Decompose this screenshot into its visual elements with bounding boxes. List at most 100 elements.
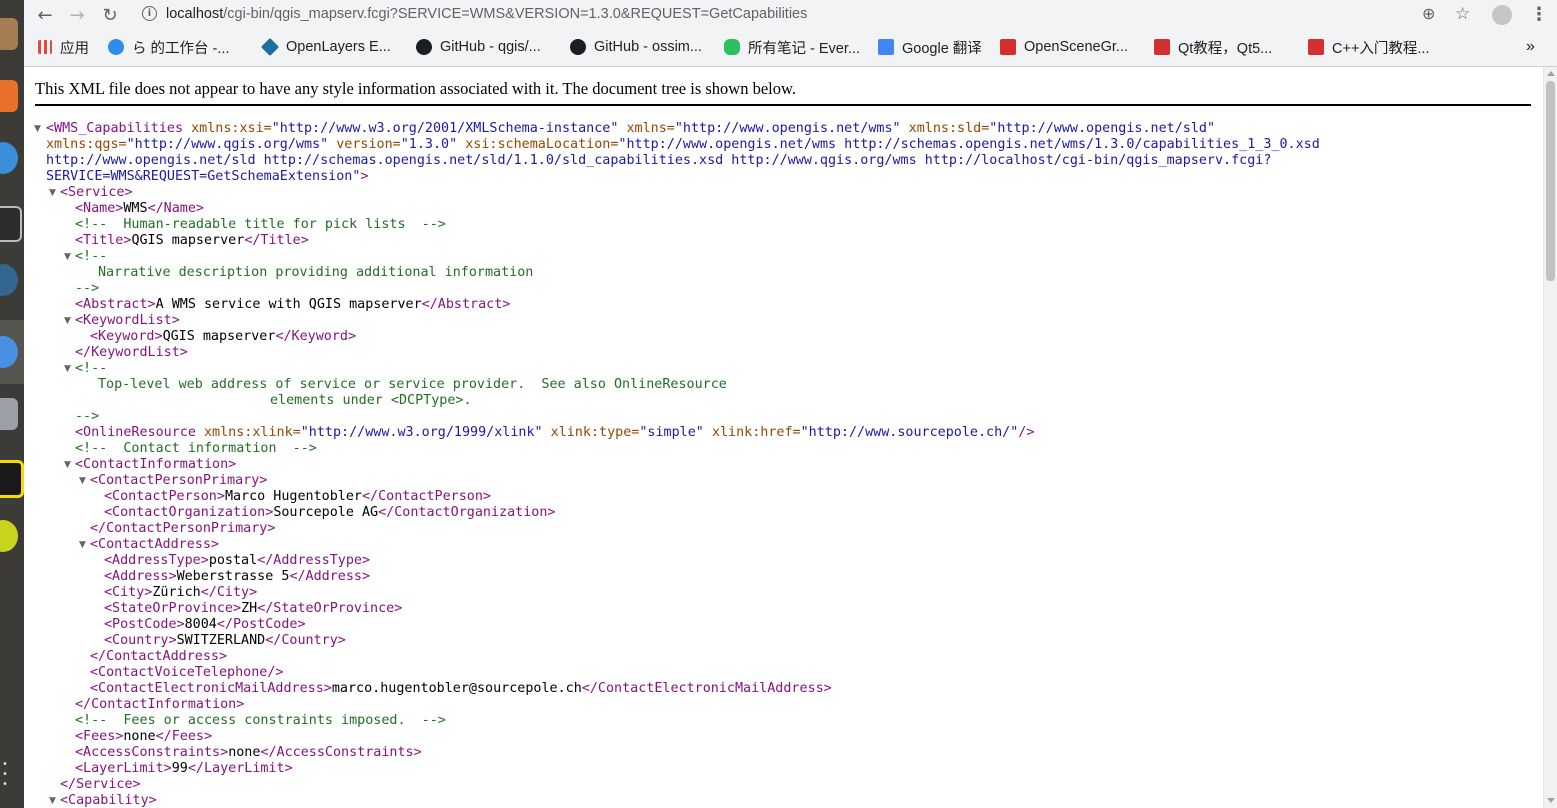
- collapse-toggle[interactable]: ▼: [64, 249, 74, 265]
- xml-comment: <!-- Human-readable title for pick lists…: [75, 217, 446, 232]
- xml-tag: </ContactOrganization>: [378, 505, 556, 520]
- xml-line-capability: <Capability>: [60, 793, 157, 808]
- xml-line-root-attrs: SERVICE=WMS&REQUEST=GetSchemaExtension">: [46, 169, 368, 185]
- forward-button[interactable]: →: [66, 4, 88, 26]
- xml-tag: <OnlineResource: [75, 425, 196, 440]
- xml-line-root-attrs: http://www.opengis.net/sld http://schema…: [46, 153, 1271, 169]
- xml-text: A WMS service with QGIS mapserver: [155, 297, 422, 312]
- xml-tag: <AddressType>: [104, 553, 209, 568]
- xml-tag: </Keyword>: [275, 329, 357, 344]
- bookmark-openlayers[interactable]: OpenLayers E...: [260, 37, 391, 57]
- xml-tag: <Keyword>: [90, 329, 163, 344]
- evernote-icon: [724, 39, 740, 55]
- xml-attr-value: "http://www.sourcepole.ch/": [800, 425, 1019, 440]
- xml-line-contactorganization: <ContactOrganization>Sourcepole AG</Cont…: [104, 505, 556, 521]
- bookmark-google-translate[interactable]: Google 翻译: [878, 37, 982, 57]
- github-icon: [416, 39, 432, 55]
- url-text[interactable]: localhost/cgi-bin/qgis_mapserv.fcgi?SERV…: [166, 6, 807, 22]
- bookmark-label: Qt教程，Qt5...: [1178, 40, 1273, 57]
- bookmark-cpp-tutorial[interactable]: C++入门教程...: [1308, 37, 1430, 57]
- xml-line-onlineresource: <OnlineResource xmlns:xlink="http://www.…: [75, 425, 1034, 441]
- collapse-toggle[interactable]: ▼: [34, 121, 44, 137]
- bookmark-apps[interactable]: 应用: [38, 37, 89, 57]
- dock-terminal-icon[interactable]: [0, 206, 22, 242]
- xml-text: 99: [171, 761, 188, 776]
- xml-attr-name: xsi:schemaLocation=: [465, 137, 619, 152]
- dock-pgadmin-icon[interactable]: [0, 264, 18, 296]
- collapse-toggle[interactable]: ▼: [64, 313, 74, 329]
- xml-attr-value: "simple": [639, 425, 704, 440]
- dock-files-icon[interactable]: [0, 18, 18, 50]
- show-applications-icon[interactable]: • • •: [0, 760, 10, 790]
- xml-text: QGIS mapserver: [131, 233, 245, 248]
- bookmark-evernote[interactable]: 所有笔记 - Ever...: [724, 37, 860, 57]
- bookmark-openscenegraph[interactable]: OpenSceneGr...: [1000, 37, 1128, 57]
- bookmark-qt-tutorial[interactable]: Qt教程，Qt5...: [1154, 37, 1272, 57]
- xml-line-addresstype: <AddressType>postal</AddressType>: [104, 553, 370, 569]
- collapse-toggle[interactable]: ▼: [64, 457, 74, 473]
- collapse-toggle[interactable]: ▼: [49, 793, 59, 808]
- collapse-toggle[interactable]: ▼: [64, 361, 74, 377]
- scroll-thumb[interactable]: [1546, 81, 1555, 281]
- xml-tag: </Name>: [147, 201, 204, 216]
- dock-disk-icon[interactable]: [0, 398, 18, 430]
- xml-line-country: <Country>SWITZERLAND</Country>: [104, 633, 346, 649]
- xml-line-contactpersonprimary-close: </ContactPersonPrimary>: [90, 521, 275, 537]
- xml-line-root: <WMS_Capabilities xmlns:xsi="http://www.…: [46, 121, 1215, 137]
- xml-style-notice: This XML file does not appear to have an…: [35, 79, 796, 98]
- xml-line-root-attrs: xmlns:qgs="http://www.qgis.org/wms" vers…: [46, 137, 1320, 153]
- ubuntu-dock: • • •: [0, 0, 24, 808]
- collapse-toggle[interactable]: ▼: [79, 537, 89, 553]
- xml-tag: <ContactPerson>: [104, 489, 225, 504]
- xml-line-accessconstraints: <AccessConstraints>none</AccessConstrain…: [75, 745, 422, 761]
- xml-tag: <ContactAddress>: [90, 537, 219, 552]
- xml-tag: <Country>: [104, 633, 177, 648]
- more-bookmarks-icon[interactable]: »: [1526, 37, 1535, 57]
- site-info-icon[interactable]: i: [142, 6, 157, 21]
- address-bar[interactable]: i localhost/cgi-bin/qgis_mapserv.fcgi?SE…: [136, 3, 1526, 27]
- bookmark-label: OpenLayers E...: [286, 39, 391, 55]
- scroll-up-arrow-icon[interactable]: [1547, 71, 1555, 76]
- bookmark-label: ら 的工作台 -...: [132, 40, 230, 57]
- xml-tag: </StateOrProvince>: [257, 601, 403, 616]
- browser-menu-icon[interactable]: ⋮: [1530, 4, 1548, 25]
- xml-tag: <Title>: [75, 233, 132, 248]
- profile-avatar[interactable]: [1492, 5, 1512, 25]
- dock-app-blue-icon[interactable]: [0, 142, 18, 174]
- bookmark-workbench[interactable]: ら 的工作台 -...: [108, 37, 229, 57]
- bookmark-label: OpenSceneGr...: [1024, 39, 1128, 55]
- reload-button[interactable]: ↻: [99, 4, 121, 26]
- cloud-icon: [108, 39, 124, 55]
- bookmark-star-icon[interactable]: ☆: [1455, 4, 1470, 24]
- xml-tag: </City>: [200, 585, 258, 600]
- dock-app-orange-icon[interactable]: [0, 80, 18, 112]
- xml-attr-value: "http://www.opengis.net/wms": [674, 121, 901, 136]
- xml-attr-value: "http://www.w3.org/1999/xlink": [300, 425, 543, 440]
- xml-tag: <Fees>: [75, 729, 124, 744]
- dock-app-yellow-icon[interactable]: [0, 460, 24, 498]
- csdn-icon: [1154, 39, 1170, 55]
- bookmark-label: Google 翻译: [902, 40, 982, 57]
- xml-attr-name: version=: [336, 137, 401, 152]
- xml-line-abstract: <Abstract>A WMS service with QGIS mapser…: [75, 297, 510, 313]
- scroll-down-arrow-icon[interactable]: [1547, 798, 1555, 803]
- browser-toolbar: ← → ↻ i localhost/cgi-bin/qgis_mapserv.f…: [24, 0, 1557, 67]
- xml-text: postal: [208, 553, 258, 568]
- xml-attr-value: http://www.opengis.net/sld http://schema…: [46, 153, 1272, 168]
- bookmark-github-ossim[interactable]: GitHub - ossim...: [570, 37, 702, 57]
- xml-text: 8004: [184, 617, 217, 632]
- dock-app-green-icon[interactable]: [0, 520, 18, 552]
- bookmark-label: 应用: [60, 40, 89, 57]
- bookmark-github-qgis[interactable]: GitHub - qgis/...: [416, 37, 541, 57]
- zoom-icon[interactable]: ⊕: [1422, 4, 1435, 23]
- collapse-toggle[interactable]: ▼: [49, 185, 59, 201]
- xml-tag: </ContactPersonPrimary>: [90, 521, 276, 536]
- xml-text: Zürich: [152, 585, 201, 600]
- xml-line-voicetelephone: <ContactVoiceTelephone/>: [90, 665, 283, 681]
- xml-text: Sourcepole AG: [273, 505, 379, 520]
- collapse-toggle[interactable]: ▼: [79, 473, 89, 489]
- vertical-scrollbar[interactable]: [1543, 67, 1557, 808]
- back-button[interactable]: ←: [34, 4, 56, 26]
- xml-tag: <WMS_Capabilities: [46, 121, 184, 136]
- xml-line-contactpersonprimary: <ContactPersonPrimary>: [90, 473, 267, 489]
